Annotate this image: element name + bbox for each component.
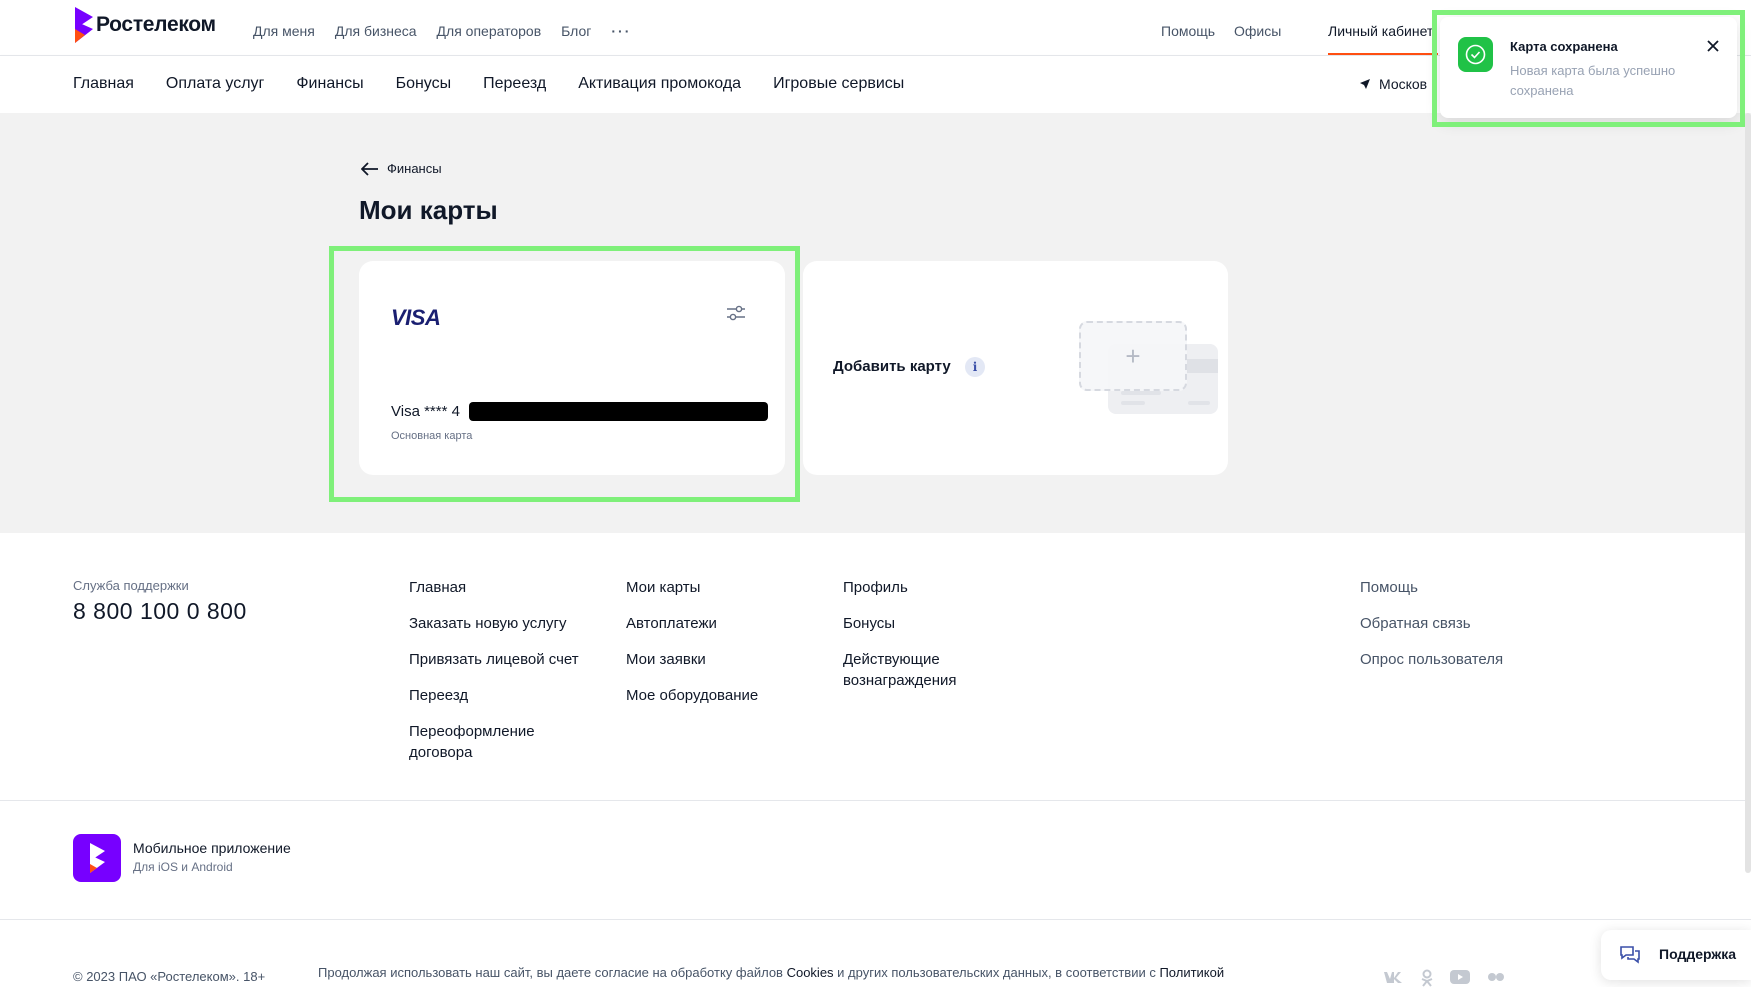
card-illustration-front: + [1079,321,1187,391]
top-nav-for-me[interactable]: Для меня [253,23,315,39]
footer-link-my-equipment[interactable]: Мое оборудование [626,685,806,706]
arrow-left-icon [361,161,378,176]
cookies-link[interactable]: Cookies [787,965,834,980]
location-arrow-icon [1360,79,1370,89]
account-active-indicator [1328,53,1438,55]
add-card-label: Добавить карту [833,358,951,375]
scrollbar[interactable] [1745,113,1751,873]
card-illustration-line [1121,391,1161,395]
footer-divider [0,800,1751,801]
footer-col-3: Профиль Бонусы Действующие вознаграждени… [843,577,993,706]
footer-link-my-cards[interactable]: Мои карты [626,577,806,598]
top-nav: Для меня Для бизнеса Для операторов Блог… [253,23,651,39]
flickr-icon[interactable] [1485,969,1507,985]
help-link[interactable]: Помощь [1161,23,1215,39]
page-title: Мои карты [359,195,498,225]
account-link[interactable]: Личный кабинет [1328,23,1433,39]
page: Ростелеком Для меня Для бизнеса Для опер… [0,0,1751,987]
chat-icon [1620,946,1640,964]
footer-link-bind-account[interactable]: Привязать лицевой счет [409,649,609,670]
card-illustration-stripe [1185,359,1218,373]
subnav-item-moving[interactable]: Переезд [483,75,546,93]
cookie-consent-text: Продолжая использовать наш сайт, вы дает… [318,965,1224,980]
subnav-item-finance[interactable]: Финансы [296,75,363,93]
card-illustration-line [1188,401,1210,405]
card-illustration-line [1121,401,1145,405]
footer-link-home[interactable]: Главная [409,577,609,598]
footer-col-4: Помощь Обратная связь Опрос пользователя [1360,577,1540,685]
footer-link-autopay[interactable]: Автоплатежи [626,613,806,634]
subnav-item-bonuses[interactable]: Бонусы [396,75,452,93]
support-chat-button[interactable]: Поддержка [1601,930,1751,980]
footer-link-survey[interactable]: Опрос пользователя [1360,649,1540,670]
consent-prefix: Продолжая использовать наш сайт, вы дает… [318,965,787,980]
footer-col-1: Главная Заказать новую услугу Привязать … [409,577,609,778]
main-content: Финансы Мои карты VISA Visa **** 4 Основ… [0,113,1751,533]
highlight-toast [1432,10,1745,127]
mobile-app-platforms: Для iOS и Android [133,860,233,874]
footer-link-moving[interactable]: Переезд [409,685,609,706]
top-nav-blog[interactable]: Блог [561,23,591,39]
ok-icon[interactable] [1419,969,1435,987]
subnav-item-promo[interactable]: Активация промокода [578,75,741,93]
location-selector[interactable]: Москов [1359,76,1427,92]
social-links [1383,969,1507,987]
plus-icon: + [1125,341,1141,371]
consent-middle: и других пользовательских данных, в соот… [833,965,1160,980]
highlight-saved-card [329,246,800,502]
support-label: Служба поддержки [73,578,189,593]
footer-link-rewards[interactable]: Действующие вознаграждения [843,649,978,691]
footer-link-order-service[interactable]: Заказать новую услугу [409,613,609,634]
mobile-app-title[interactable]: Мобильное приложение [133,840,291,856]
footer-col-2: Мои карты Автоплатежи Мои заявки Мое обо… [626,577,806,721]
support-chat-label: Поддержка [1659,946,1737,962]
footer-link-profile[interactable]: Профиль [843,577,993,598]
mobile-app-icon[interactable] [73,834,121,882]
subnav-item-home[interactable]: Главная [73,75,134,93]
brand-name: Ростелеком [96,13,216,36]
top-nav-for-business[interactable]: Для бизнеса [335,23,417,39]
back-link[interactable]: Финансы [361,161,442,176]
footer-link-feedback[interactable]: Обратная связь [1360,613,1540,634]
brand-logo-icon [75,7,93,43]
footer: Служба поддержки 8 800 100 0 800 Главная… [0,533,1751,987]
top-nav-for-operators[interactable]: Для операторов [437,23,542,39]
back-link-label: Финансы [387,161,442,176]
offices-link[interactable]: Офисы [1234,23,1281,39]
policy-link[interactable]: Политикой [1159,965,1224,980]
footer-link-my-requests[interactable]: Мои заявки [626,649,806,670]
subnav-item-games[interactable]: Игровые сервисы [773,75,904,93]
footer-link-bonuses[interactable]: Бонусы [843,613,993,634]
footer-link-help[interactable]: Помощь [1360,577,1540,598]
add-card-tile[interactable]: Добавить карту i + [803,261,1228,475]
youtube-icon[interactable] [1449,969,1471,985]
subnav-item-payment[interactable]: Оплата услуг [166,75,264,93]
location-label: Москов [1379,76,1428,92]
copyright: © 2023 ПАО «Ростелеком». 18+ [73,969,266,984]
vk-icon[interactable] [1383,969,1405,985]
info-icon[interactable]: i [965,357,985,377]
more-menu-button[interactable]: ··· [611,23,631,39]
footer-divider [0,919,1751,920]
brand-logo[interactable]: Ростелеком [73,7,216,43]
footer-link-reissue-contract[interactable]: Переоформление договора [409,721,559,763]
support-phone[interactable]: 8 800 100 0 800 [73,598,247,625]
